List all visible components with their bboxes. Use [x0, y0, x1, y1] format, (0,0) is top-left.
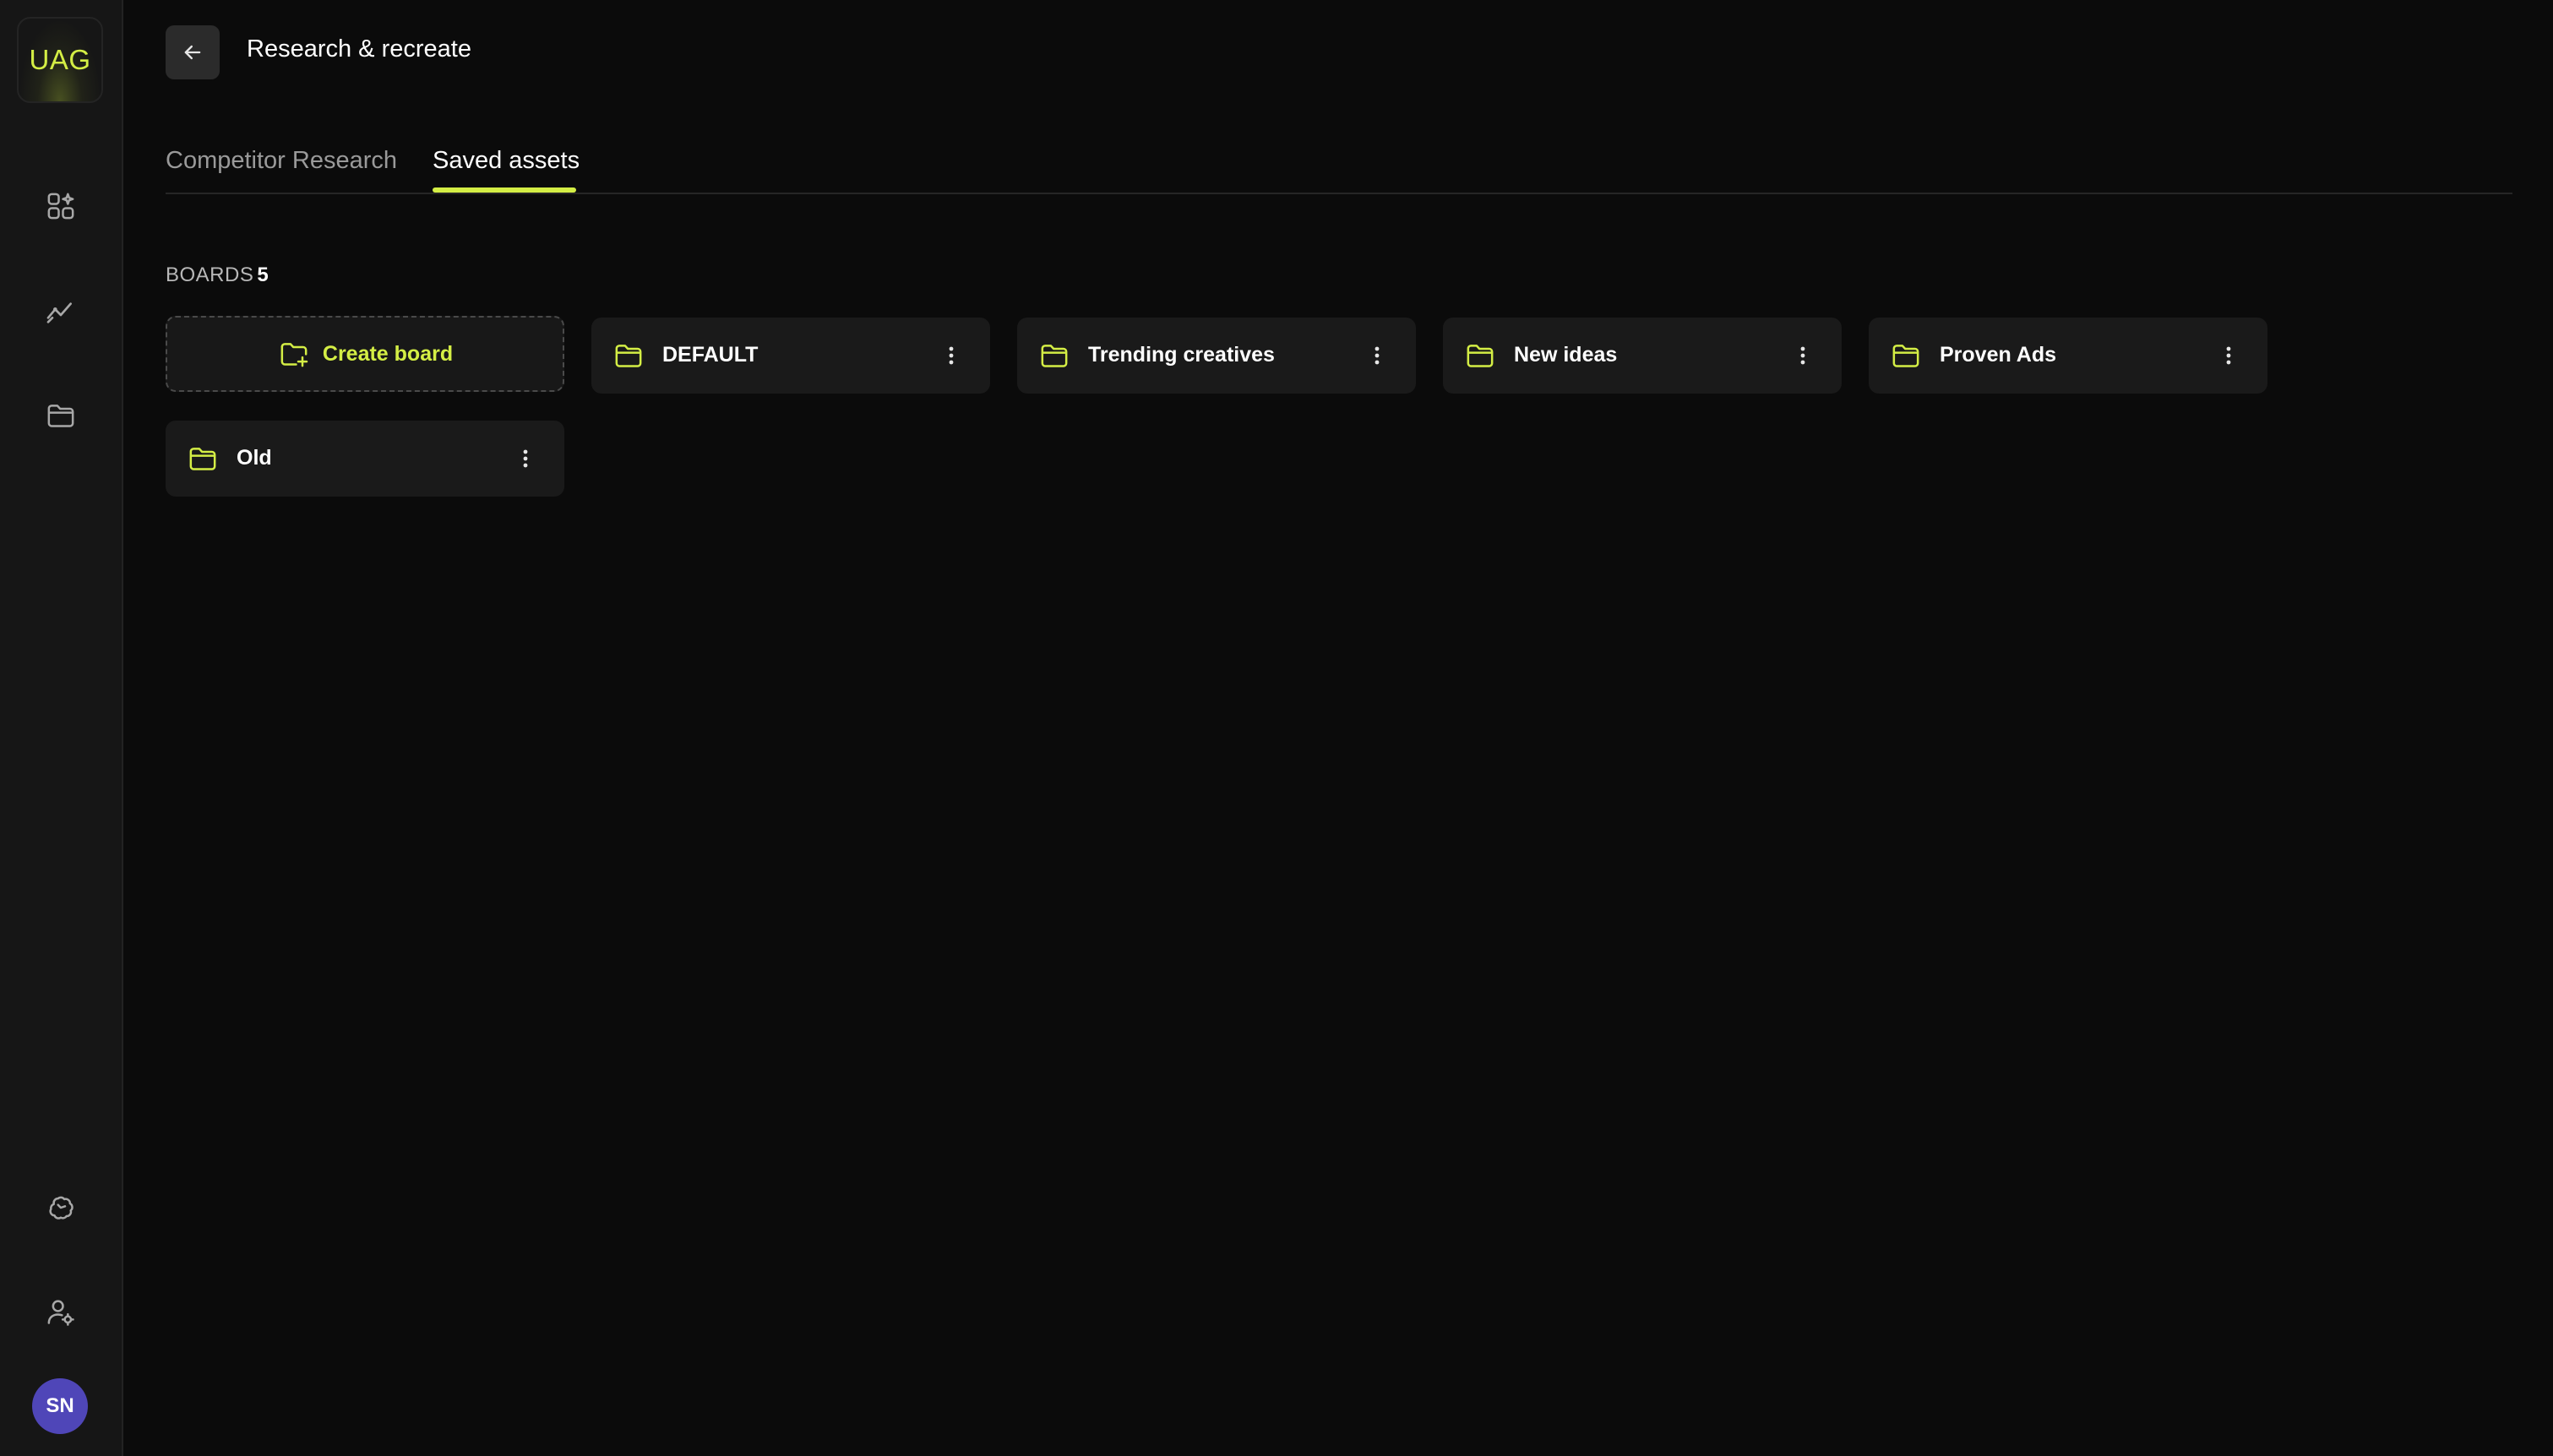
board-card[interactable]: Trending creatives — [1017, 318, 1416, 394]
folder-icon — [1892, 345, 1919, 367]
more-vertical-icon — [1800, 346, 1805, 365]
tab-competitor-research[interactable]: Competitor Research — [166, 147, 397, 194]
sidebar: UAG SN — [0, 0, 123, 1456]
board-name: Proven Ads — [1940, 343, 2057, 367]
more-options-button[interactable] — [1786, 339, 1820, 372]
more-options-button[interactable] — [2212, 339, 2245, 372]
boards-heading: BOARDS 5 — [166, 263, 269, 287]
more-vertical-icon — [949, 346, 954, 365]
board-name: New ideas — [1514, 343, 1618, 367]
board-name: Old — [237, 446, 272, 470]
folder-icon — [1041, 345, 1068, 367]
app-root: UAG SN Research & recreate Competitor Re… — [0, 0, 2553, 1456]
user-settings-icon[interactable] — [35, 1287, 86, 1338]
more-options-button[interactable] — [934, 339, 968, 372]
create-board-label: Create board — [322, 341, 454, 366]
more-vertical-icon — [523, 449, 528, 468]
board-name: Trending creatives — [1088, 343, 1275, 367]
tab-bar: Competitor Research Saved assets — [166, 135, 2512, 194]
folder-plus-icon — [280, 343, 308, 367]
board-card[interactable]: Old — [166, 421, 564, 497]
active-tab-indicator — [433, 187, 576, 193]
arrow-left-icon — [184, 45, 201, 60]
folder-icon[interactable] — [35, 390, 86, 441]
more-vertical-icon — [2226, 346, 2231, 365]
more-options-button[interactable] — [1360, 339, 1394, 372]
more-options-button[interactable] — [509, 442, 542, 475]
brain-icon[interactable] — [35, 1182, 86, 1233]
board-card[interactable]: New ideas — [1443, 318, 1842, 394]
boards-count: 5 — [257, 263, 269, 286]
folder-icon — [615, 345, 642, 367]
user-avatar[interactable]: SN — [32, 1378, 88, 1434]
analytics-icon[interactable] — [35, 285, 86, 336]
board-card[interactable]: DEFAULT — [591, 318, 990, 394]
more-vertical-icon — [1374, 346, 1380, 365]
boards-heading-label: BOARDS — [166, 263, 254, 286]
apps-icon[interactable] — [35, 181, 86, 231]
page-title: Research & recreate — [247, 35, 471, 62]
create-board-button[interactable]: Create board — [166, 316, 564, 392]
board-card[interactable]: Proven Ads — [1869, 318, 2267, 394]
app-logo[interactable]: UAG — [17, 17, 103, 103]
back-button[interactable] — [166, 25, 220, 79]
folder-icon — [1467, 345, 1494, 367]
folder-icon — [189, 448, 216, 470]
board-name: DEFAULT — [662, 343, 759, 367]
